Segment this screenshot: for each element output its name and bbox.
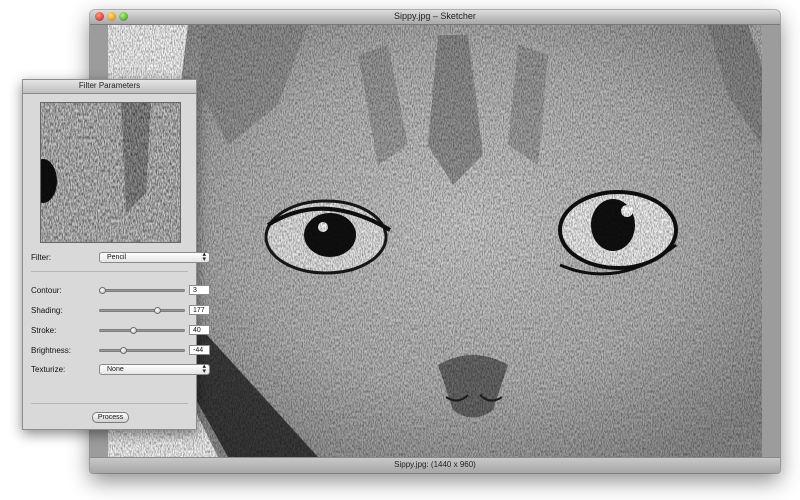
status-bar: Sippy.jpg: (1440 x 960)	[90, 457, 780, 473]
texturize-label: Texturize:	[31, 365, 66, 374]
filter-parameters-panel: Filter Parameters Filter: Pencil ▴ ▾ Cont…	[22, 79, 210, 430]
process-button[interactable]: Process	[92, 412, 129, 423]
filter-label: Filter:	[31, 253, 51, 262]
up-down-arrows-icon: ▴ ▾	[202, 251, 206, 263]
preview-sketch-image	[41, 103, 180, 242]
filter-value: Pencil	[107, 254, 127, 261]
filter-popup[interactable]: Pencil ▴ ▾	[99, 251, 210, 263]
shading-label: Shading:	[31, 306, 63, 315]
texturize-value: None	[107, 366, 124, 373]
shading-slider[interactable]	[99, 307, 185, 314]
panel-title: Filter Parameters	[78, 81, 141, 90]
stroke-slider[interactable]	[99, 327, 185, 334]
window-title: Sippy.jpg – Sketcher	[394, 11, 476, 21]
brightness-field[interactable]: -44	[189, 345, 210, 355]
stroke-label: Stroke:	[31, 326, 57, 335]
window-titlebar[interactable]: Sippy.jpg – Sketcher	[90, 10, 780, 25]
brightness-slider[interactable]	[99, 347, 185, 354]
panel-titlebar[interactable]: Filter Parameters	[23, 80, 196, 94]
up-down-arrows-icon: ▴ ▾	[202, 363, 206, 375]
divider	[31, 403, 188, 404]
stroke-slider-knob[interactable]	[130, 327, 138, 334]
filter-preview	[40, 102, 181, 243]
stroke-field[interactable]: 40	[189, 325, 210, 335]
cat-sketch-drawing	[108, 25, 762, 457]
contour-slider[interactable]	[99, 287, 185, 294]
brightness-slider-knob[interactable]	[120, 347, 128, 354]
contour-slider-knob[interactable]	[99, 287, 107, 294]
divider	[31, 271, 188, 272]
texturize-popup[interactable]: None ▴ ▾	[99, 363, 210, 375]
shading-field[interactable]: 177	[189, 305, 210, 315]
image-info: Sippy.jpg: (1440 x 960)	[394, 460, 476, 469]
contour-label: Contour:	[31, 286, 62, 295]
contour-field[interactable]: 3	[189, 285, 210, 295]
brightness-label: Brightness:	[31, 346, 72, 355]
shading-slider-knob[interactable]	[154, 307, 162, 314]
sketch-image[interactable]	[108, 25, 762, 457]
